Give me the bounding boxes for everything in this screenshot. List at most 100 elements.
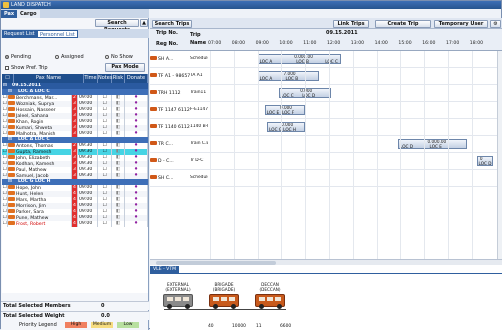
hour-label: 15:00 [398,41,412,46]
timeline-vertical-scrollbar[interactable] [497,51,502,259]
timeline-horizontal-scrollbar[interactable] [150,259,502,265]
hour-label: 18:00 [469,41,484,46]
hour-label: 08:00 [231,41,246,46]
coach-window [267,297,273,301]
trip-name: F-E1147 [190,107,208,112]
link-trips-button[interactable]: Link Trips [333,20,369,28]
radio-no-show[interactable]: No Show [105,54,133,60]
trip-bar-destination: LOC F [281,109,295,115]
trip-name: Schedule [190,56,208,61]
settings-icon[interactable]: ⚙ [490,20,501,28]
hour-gridline [257,51,259,259]
trip-bar-destination: LOC E [429,143,442,149]
hour-gridline [281,51,283,259]
tab-pax[interactable]: Pax [1,10,18,18]
col-risk[interactable]: Risk [112,74,125,83]
trip-bar[interactable]: 0.000 LOC E LOC F [264,105,306,115]
pax-mode-button[interactable]: Pax Mode [105,63,145,72]
window-title: LAND DISPATCH [11,2,51,8]
trip-row[interactable]: SH C...Schedule [150,170,502,187]
trip-name: Tr D-C [190,158,204,163]
coach-icon[interactable] [255,294,285,309]
trip-name: Train11 [190,90,207,95]
tab-vle-vtm[interactable]: VLE - VTM [150,266,180,273]
select-all-checkbox[interactable]: ☐ [2,74,14,83]
search-trips-button[interactable]: Search Trips [152,20,192,28]
trip-reg: TF 1147 6112 [150,107,190,113]
trip-row[interactable]: SH A...Schedule0.000.00LOC ALOC BLOC C [150,51,502,68]
trip-bar-origin: LOC A [259,58,273,64]
passenger-icon [8,131,15,135]
passenger-icon [8,209,15,213]
coach-icon[interactable] [163,294,193,309]
trip-row[interactable]: TR C... Train C.E 0.000.00 LOC D LOC E [150,136,502,153]
passenger-icon [8,191,15,195]
pax-name: Frost, Robert [8,221,72,227]
legend-low: Low [117,322,139,328]
passenger-icon [8,215,15,219]
total-weight-label: Total Selected Weight [3,313,65,319]
trip-bar[interactable]: 7.000 LOC A LOC B [257,71,320,81]
trip-bar-origin: LOC E [266,109,280,115]
passenger-icon [8,185,15,189]
hour-label: 14:00 [374,41,388,46]
trip-row[interactable]: TF 1147 6112 F-E1147 0.000 LOC E LOC F [150,102,502,119]
trip-bar-destination: LOC B [285,75,299,81]
hour-label: 07:00 [208,41,222,46]
trip-bar-origin: LOC A [259,75,273,81]
trip-row[interactable]: TRH 1112 Train11 0.000 LOC C LOC D [150,85,502,102]
hour-gridline [210,51,211,259]
search-requests-button[interactable]: Search Requests [95,19,139,33]
create-trip-button[interactable]: Create Trip [375,20,431,28]
coach-icon[interactable] [209,294,239,309]
hour-label: 16:00 [422,41,436,46]
col-donate[interactable]: Donate [125,74,148,83]
trip-reg: TR C... [150,141,190,147]
stop-code: (EXTERNAL) [165,287,191,292]
table-row[interactable]: ☐ Frost, Robert 4 09:00 ☐ ◧ ♦ [2,221,148,227]
trip-no-label: Trip No. [156,30,178,36]
passenger-icon [8,203,15,207]
coach-window [175,297,181,301]
trip-bar[interactable]: 0.000 LOC G LOC H [267,122,306,132]
hour-gridline [305,51,307,259]
passenger-icon [8,155,15,159]
passenger-icon [8,173,15,177]
passenger-icon [8,221,15,225]
notes-icon[interactable]: ☐ [98,221,112,227]
passenger-icon [8,113,15,117]
trip-reg: TF 1140 6112 [150,124,190,130]
hour-label: 17:00 [446,41,460,46]
stop-code: (BRIGADE) [212,287,236,292]
radio-pending[interactable]: Pending [5,54,31,60]
trip-bar-destination: LOC D [302,92,316,98]
bus-icon [150,158,157,162]
tab-personnel-list[interactable]: Personnel List [37,30,78,38]
col-time[interactable]: Time [84,74,98,83]
trip-bar[interactable]: 0 LOC D [476,156,494,166]
trip-row[interactable]: D - C... Tr D-C 0 LOC D [150,153,502,170]
bus-icon [150,175,157,179]
trip-reg: TF A1 - 986572 TR [150,73,190,79]
col-notes[interactable]: Notes [98,74,112,83]
trip-row[interactable]: TF A1 - 986572 TRTA A17.000LOC ALOC B [150,68,502,85]
trip-name: Schedule [190,175,208,180]
tab-cargo[interactable]: Cargo [17,10,40,18]
hour-gridline [471,51,473,259]
tab-request-list[interactable]: Request List [2,30,37,38]
total-weight-value: 0.0 [101,313,110,319]
risk-icon[interactable]: ◧ [112,221,125,227]
trip-name-label: Trip Name [190,32,207,46]
temporary-user-button[interactable]: Temporary User [434,20,488,28]
radio-assigned[interactable]: Assigned [55,54,84,60]
schedule-header: Trip No. Reg No. Trip Name 09.15.2011 07… [150,29,502,51]
show-pref-trip-checkbox[interactable]: Show Pref. Trip [5,65,48,71]
pax-time: 09:00 [78,221,98,227]
hour-gridline [352,51,354,259]
col-pax-name[interactable]: Pax Name [14,74,84,83]
trip-bar[interactable]: 0.000.00 LOC D LOC E [398,139,468,149]
trip-row[interactable]: TF 1140 61121140 B-R 0.000LOC GLOC H [150,119,502,136]
search-collapse-icon[interactable]: ▲ [140,19,148,27]
hscroll-thumb[interactable] [156,261,276,265]
trip-bar-destination: LOC B [296,58,309,64]
